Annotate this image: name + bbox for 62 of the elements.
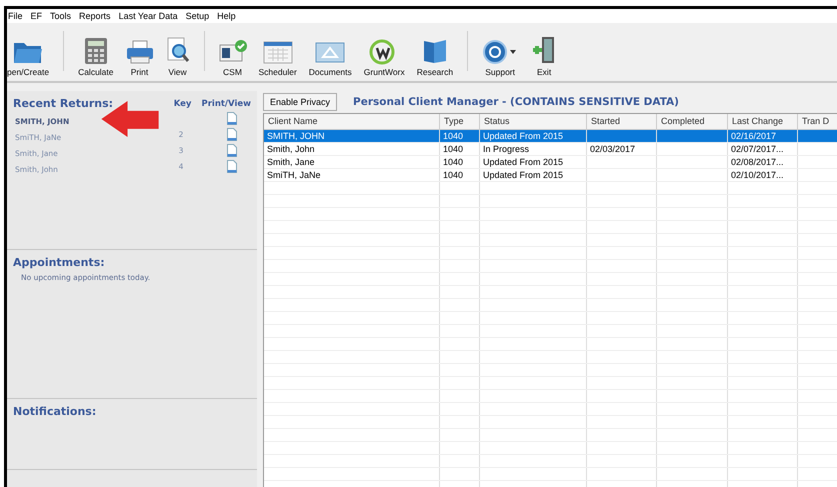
column-heading: Print/View xyxy=(201,98,251,108)
column-header[interactable]: Type xyxy=(440,114,480,129)
table-cell: 02/10/2017... xyxy=(731,170,784,180)
toolbar-button[interactable]: CSM xyxy=(212,29,252,77)
table-row[interactable]: Smith, John 1040 In Progress 02/03/2017 02/07/2017... xyxy=(264,143,837,156)
table-cell: Smith, John xyxy=(267,144,315,154)
table-row[interactable]: SmiTH, JaNe 1040 Updated From 2015 02/10/2017... xyxy=(264,169,837,182)
table-cell: 02/07/2017... xyxy=(731,144,784,154)
menu-item[interactable]: Setup xyxy=(186,11,210,21)
menu-item[interactable]: Last Year Data xyxy=(118,11,178,21)
enable-privacy-button[interactable]: Enable Privacy xyxy=(263,93,338,111)
table-cell: 02/03/2017 xyxy=(590,144,636,154)
document-icon[interactable] xyxy=(227,128,237,140)
table-cell: SMITH, JOHN xyxy=(267,131,324,141)
column-header[interactable]: Completed xyxy=(657,114,728,129)
calendar-icon xyxy=(262,39,293,65)
table-cell: Updated From 2015 xyxy=(483,170,564,180)
table-row[interactable]: Smith, Jane 1040 Updated From 2015 02/08/2017... xyxy=(264,156,837,169)
table-cell: Updated From 2015 xyxy=(483,131,564,141)
document-icon[interactable] xyxy=(227,144,237,156)
table-cell: Smith, Jane xyxy=(267,157,315,167)
table-cell: 02/16/2017 xyxy=(731,131,776,141)
printer-icon xyxy=(126,39,154,65)
toolbar-button[interactable]: View xyxy=(160,29,196,77)
toolbar-button[interactable]: pen/Create xyxy=(7,29,56,77)
menu-item[interactable]: Help xyxy=(217,11,236,21)
menu-item[interactable]: Reports xyxy=(79,11,111,21)
table-cell: In Progress xyxy=(483,144,530,154)
toolbar-button[interactable]: Research xyxy=(410,29,460,77)
menu-item[interactable]: EF xyxy=(30,11,42,21)
menu-item[interactable]: File xyxy=(8,11,23,21)
toolbar-button[interactable]: Documents xyxy=(302,29,358,77)
column-header[interactable]: Started xyxy=(587,114,657,129)
calculator-icon xyxy=(84,37,108,65)
toolbar-button[interactable]: Support xyxy=(476,29,524,77)
table-cell: 02/08/2017... xyxy=(731,157,784,167)
column-heading: Key xyxy=(172,98,192,108)
toolbar-button[interactable]: Calculate xyxy=(72,29,120,77)
help-dropdown-icon xyxy=(482,39,518,65)
section-title: Recent Returns: xyxy=(13,97,114,110)
column-header[interactable]: Tran D xyxy=(798,114,837,129)
panel-title: Personal Client Manager - (CONTAINS SENSITIVE DATA) xyxy=(353,96,679,108)
table-cell: 1040 xyxy=(443,144,464,154)
section-title: Notifications: xyxy=(13,405,98,418)
table-cell: 1040 xyxy=(443,157,464,167)
table-cell: 1040 xyxy=(443,131,464,141)
table-cell: Updated From 2015 xyxy=(483,157,564,167)
column-header[interactable]: Last Change xyxy=(728,114,798,129)
table-cell: 1040 xyxy=(443,170,464,180)
column-header[interactable]: Status xyxy=(480,114,587,129)
toolbar-button[interactable]: Scheduler xyxy=(252,29,303,77)
document-icon[interactable] xyxy=(227,160,237,172)
section-title: Appointments: xyxy=(13,256,106,269)
toolbar-button[interactable]: Print xyxy=(120,29,160,77)
table-cell: SmiTH, JaNe xyxy=(267,170,321,180)
column-header[interactable]: Client Name xyxy=(264,114,440,129)
toolbar-button[interactable]: GruntWorx xyxy=(358,29,411,77)
menu-item[interactable]: Tools xyxy=(50,11,72,21)
toolbar-button[interactable]: Exit xyxy=(524,29,564,77)
table-row[interactable]: SMITH, JOHN 1040 Updated From 2015 02/16/2017 xyxy=(264,130,837,143)
magnifier-icon xyxy=(166,37,190,65)
document-icon[interactable] xyxy=(227,112,237,124)
